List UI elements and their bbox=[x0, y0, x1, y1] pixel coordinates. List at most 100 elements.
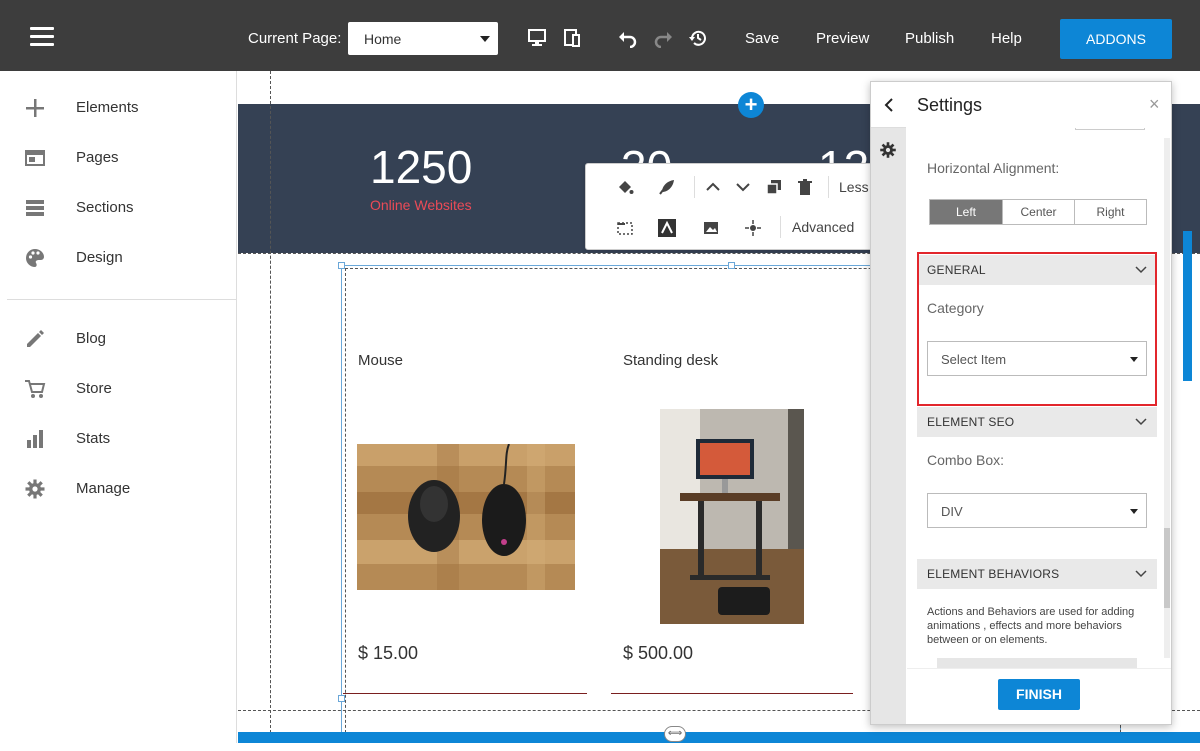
cart-icon bbox=[25, 380, 46, 398]
pages-icon bbox=[25, 150, 45, 166]
horizontal-alignment-label: Horizontal Alignment: bbox=[927, 160, 1060, 176]
menu-icon[interactable] bbox=[30, 27, 54, 47]
image-icon[interactable] bbox=[702, 219, 720, 237]
preview-button[interactable]: Preview bbox=[816, 30, 869, 47]
chevron-down-icon bbox=[1135, 418, 1147, 426]
pencil-icon bbox=[27, 330, 44, 347]
close-icon[interactable]: × bbox=[1149, 94, 1160, 115]
undo-icon[interactable] bbox=[618, 28, 638, 48]
behaviors-description: Actions and Behaviors are used for addin… bbox=[927, 606, 1135, 646]
redo-icon[interactable] bbox=[653, 28, 673, 48]
product-image-standing-desk bbox=[660, 409, 804, 624]
section-bottom-bar bbox=[238, 732, 1200, 743]
toolbar-separator bbox=[828, 176, 829, 198]
sidebar-item-store[interactable]: Store bbox=[7, 369, 237, 409]
canvas-scrollbar[interactable] bbox=[1183, 231, 1192, 381]
duplicate-icon[interactable] bbox=[765, 178, 783, 196]
sidebar-item-pages[interactable]: Pages bbox=[7, 138, 237, 178]
settings-panel: Settings × Horizontal Alignment: Left Ce… bbox=[870, 81, 1172, 725]
sidebar-item-label: Pages bbox=[76, 149, 119, 166]
stat-label: Online Websites bbox=[370, 197, 472, 213]
sections-icon bbox=[26, 200, 44, 216]
product-divider bbox=[343, 693, 587, 694]
sidebar-item-design[interactable]: Design bbox=[7, 238, 237, 278]
sidebar-item-label: Manage bbox=[76, 480, 131, 497]
section-element-behaviors[interactable]: ELEMENT BEHAVIORS bbox=[917, 559, 1157, 589]
sidebar-item-label: Elements bbox=[76, 99, 139, 116]
left-sidebar: Elements Pages Sections Design Blog Stor… bbox=[7, 71, 237, 743]
finish-button[interactable]: FINISH bbox=[998, 679, 1080, 710]
publish-button[interactable]: Publish bbox=[905, 30, 954, 47]
sidebar-item-blog[interactable]: Blog bbox=[7, 319, 237, 359]
help-button[interactable]: Help bbox=[991, 30, 1022, 47]
sidebar-item-label: Stats bbox=[76, 430, 111, 447]
history-icon[interactable] bbox=[688, 28, 708, 48]
sidebar-divider bbox=[7, 299, 237, 300]
settings-scrollbar[interactable] bbox=[1164, 138, 1170, 658]
stat-number: 1250 bbox=[370, 141, 473, 193]
chevron-down-icon[interactable] bbox=[734, 178, 752, 196]
text-color-icon[interactable] bbox=[658, 219, 676, 237]
align-center-button[interactable]: Center bbox=[1002, 200, 1074, 224]
border-icon[interactable] bbox=[616, 219, 634, 237]
product-image-mouse bbox=[357, 444, 575, 590]
sidebar-item-elements[interactable]: Elements bbox=[7, 88, 237, 128]
less-button[interactable]: Less bbox=[839, 179, 869, 195]
top-bar: Current Page: Home Save Preview Publish … bbox=[0, 0, 1200, 71]
resize-horizontal-icon[interactable]: ⟺ bbox=[664, 726, 686, 742]
settings-body: Horizontal Alignment: Left Center Right … bbox=[907, 128, 1171, 668]
section-title: ELEMENT BEHAVIORS bbox=[927, 567, 1060, 581]
fill-color-icon[interactable] bbox=[616, 178, 634, 196]
section-element-seo[interactable]: ELEMENT SEO bbox=[917, 407, 1157, 437]
combo-box-select[interactable]: DIV bbox=[927, 493, 1147, 528]
add-section-button[interactable]: + bbox=[738, 92, 764, 118]
toolbar-separator bbox=[694, 176, 695, 198]
sidebar-item-stats[interactable]: Stats bbox=[7, 419, 237, 459]
trash-icon[interactable] bbox=[796, 178, 814, 196]
element-toolbar: Less Advanced bbox=[585, 163, 885, 250]
chevron-up-icon[interactable] bbox=[704, 178, 722, 196]
palette-icon bbox=[26, 249, 44, 267]
product-divider bbox=[611, 693, 853, 694]
chevron-left-icon bbox=[884, 98, 893, 112]
tablet-icon[interactable] bbox=[562, 28, 582, 48]
sidebar-item-label: Store bbox=[76, 380, 112, 397]
prev-control-edge bbox=[1075, 128, 1145, 130]
current-page-select[interactable]: Home bbox=[348, 22, 498, 55]
resize-handle[interactable] bbox=[338, 695, 345, 702]
product-price: $ 15.00 bbox=[358, 643, 419, 663]
combo-box-label: Combo Box: bbox=[927, 452, 1005, 468]
position-icon[interactable] bbox=[744, 219, 762, 237]
scrollbar-thumb[interactable] bbox=[1164, 528, 1170, 608]
product-name: Mouse bbox=[358, 352, 404, 369]
plus-icon bbox=[26, 99, 44, 117]
gear-icon bbox=[25, 479, 45, 499]
caret-down-icon bbox=[1130, 509, 1138, 514]
resize-handle[interactable] bbox=[728, 262, 735, 269]
save-button[interactable]: Save bbox=[745, 30, 779, 47]
highlight-box bbox=[917, 252, 1157, 406]
product-price: $ 500.00 bbox=[623, 643, 694, 663]
sidebar-item-label: Blog bbox=[76, 330, 107, 347]
toolbar-separator bbox=[780, 216, 781, 238]
sidebar-item-label: Design bbox=[76, 249, 123, 266]
rocket-icon[interactable] bbox=[658, 178, 676, 196]
desktop-icon[interactable] bbox=[527, 28, 547, 48]
guide-line bbox=[270, 71, 271, 743]
back-button[interactable] bbox=[871, 82, 906, 128]
advanced-button[interactable]: Advanced bbox=[792, 219, 854, 235]
combo-box-value: DIV bbox=[941, 504, 963, 519]
align-left-button[interactable]: Left bbox=[930, 200, 1002, 224]
resize-handle[interactable] bbox=[338, 262, 345, 269]
settings-rail bbox=[871, 82, 906, 724]
behaviors-control[interactable] bbox=[937, 658, 1137, 668]
addons-button[interactable]: ADDONS bbox=[1060, 19, 1172, 59]
sidebar-item-label: Sections bbox=[76, 199, 134, 216]
settings-title: Settings bbox=[917, 95, 983, 115]
gear-icon[interactable] bbox=[879, 141, 897, 159]
sidebar-item-sections[interactable]: Sections bbox=[7, 188, 237, 228]
chevron-down-icon bbox=[1135, 570, 1147, 578]
sidebar-item-manage[interactable]: Manage bbox=[7, 469, 237, 509]
align-right-button[interactable]: Right bbox=[1074, 200, 1146, 224]
chevron-down-icon bbox=[480, 36, 490, 42]
